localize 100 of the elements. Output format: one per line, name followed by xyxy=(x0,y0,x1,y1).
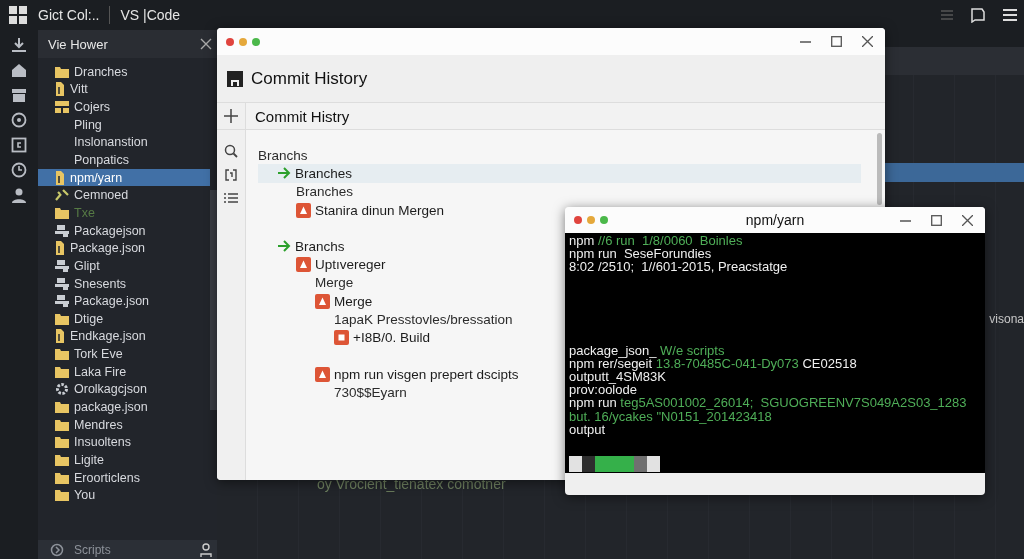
maximize-icon[interactable] xyxy=(831,36,842,47)
tree-row[interactable]: 1apaK Presstovles/bressation xyxy=(258,310,513,329)
file-icon xyxy=(55,82,65,97)
tree-row[interactable]: 730$$Eyarn xyxy=(258,383,407,402)
tree-item[interactable]: Insuoltens xyxy=(38,433,210,452)
maximize-icon[interactable] xyxy=(931,214,942,226)
file-icon xyxy=(55,329,65,344)
blocks-icon xyxy=(55,101,69,114)
window-control-dot[interactable] xyxy=(239,37,247,46)
stack-icon xyxy=(55,259,69,272)
terminal-line: outputt_4SM83K xyxy=(569,370,666,384)
panel-heading: Commit Histry xyxy=(246,103,885,130)
folder-icon xyxy=(55,436,69,449)
tool-icon xyxy=(55,189,69,202)
tree-item[interactable]: npm/yarn xyxy=(38,168,210,187)
warning-icon xyxy=(296,257,311,273)
tree-item[interactable]: Vitt xyxy=(38,80,210,99)
terminal-line: 8:02 /2510; 1//601-2015, Preacstatge xyxy=(569,260,789,274)
editor-text: oy Vrocient_tienatex comotner xyxy=(317,476,506,492)
folder-icon xyxy=(55,65,69,78)
scrollbar[interactable] xyxy=(210,190,217,410)
terminal-line: npm run teg5AS001002_26014; SGUOGREENV7S049A2S03_1283 xyxy=(569,396,968,410)
add-icon[interactable] xyxy=(224,109,238,123)
close-icon[interactable] xyxy=(862,36,873,47)
tree-row[interactable]: Branches xyxy=(258,182,354,201)
tree-item[interactable]: Cojers xyxy=(38,98,210,116)
product-name: VS |Code xyxy=(120,7,181,23)
gear-icon xyxy=(55,382,69,397)
terminal-line: npm run SeseForundies xyxy=(569,247,713,261)
tree-row[interactable]: Merge xyxy=(258,292,373,311)
warning-icon xyxy=(315,366,330,382)
window-control-dot[interactable] xyxy=(587,216,595,224)
list-icon[interactable] xyxy=(224,192,238,204)
user-icon[interactable] xyxy=(200,542,212,557)
arrow-icon xyxy=(277,167,291,180)
clock-icon[interactable] xyxy=(11,162,27,178)
tree-item[interactable]: Dtige xyxy=(38,309,210,328)
terminal-icon[interactable] xyxy=(11,137,27,153)
window-control-dot[interactable] xyxy=(226,37,234,46)
tree-item[interactable]: Laka Fire xyxy=(38,362,210,381)
tree-row[interactable]: Branchs xyxy=(258,146,308,165)
home-icon[interactable] xyxy=(11,62,27,78)
folder-icon xyxy=(55,401,69,413)
tree-item[interactable]: You xyxy=(38,486,210,504)
tree-item[interactable]: Pling xyxy=(38,115,210,134)
app-grid-icon[interactable] xyxy=(9,6,27,24)
folder-icon xyxy=(55,489,69,502)
folder-icon xyxy=(55,418,69,431)
close-icon[interactable] xyxy=(200,38,212,50)
download-icon[interactable] xyxy=(11,37,27,53)
tree-item[interactable]: Dranches xyxy=(38,63,210,81)
window-title: npm/yarn xyxy=(745,212,805,228)
tree-item[interactable]: Snesents xyxy=(38,274,210,293)
search-icon[interactable] xyxy=(224,144,238,158)
tree-row[interactable]: +I8B/0. Build xyxy=(258,328,430,347)
folder-icon xyxy=(55,348,69,361)
tree-item[interactable]: package.json xyxy=(38,398,210,416)
tree-row[interactable]: Branchs xyxy=(258,237,345,256)
folder-icon xyxy=(55,471,69,484)
tree-item[interactable]: Ligite xyxy=(38,451,210,469)
user-icon[interactable] xyxy=(11,187,27,203)
folder-icon xyxy=(55,365,69,378)
tree-item[interactable]: Cemnoed xyxy=(38,186,210,205)
tree-item[interactable]: Eroorticlens xyxy=(38,468,210,487)
stack-icon xyxy=(55,277,69,290)
tree-item[interactable]: Orolkagcjson xyxy=(38,380,210,399)
tree-item[interactable]: Package.json xyxy=(38,239,210,258)
bracket-icon[interactable] xyxy=(224,168,238,182)
app-title: Gict Col:.. xyxy=(38,7,100,23)
tree-item[interactable]: Endkage.json xyxy=(38,327,210,346)
scrollbar[interactable] xyxy=(877,133,882,205)
window-control-dot[interactable] xyxy=(574,216,582,224)
tree-item[interactable]: Package.json xyxy=(38,292,210,310)
tree-item[interactable]: Tork Eve xyxy=(38,345,210,363)
terminal-line: npm //6 run 1/8/0060 Boinles xyxy=(569,234,744,248)
chat-icon[interactable] xyxy=(970,7,986,23)
tree-item[interactable]: Ponpatics xyxy=(38,151,210,169)
window-control-dot[interactable] xyxy=(600,216,608,224)
tree-item[interactable]: Packagejson xyxy=(38,221,210,240)
folder-icon xyxy=(55,312,69,325)
warning-icon xyxy=(296,202,311,218)
tree-row[interactable]: Stanira dinun Mergen xyxy=(258,200,445,220)
terminal-line: output xyxy=(569,422,606,437)
tree-row[interactable]: Uptıvereger xyxy=(258,255,386,274)
warning-icon xyxy=(315,293,330,309)
close-icon[interactable] xyxy=(962,214,973,226)
arrow-icon xyxy=(277,240,291,253)
tree-item[interactable]: Glipt xyxy=(38,257,210,275)
window-control-dot[interactable] xyxy=(252,37,260,46)
tree-row[interactable]: npm run visgen prepert dscipts xyxy=(258,364,519,384)
panel-title: Vie Hower xyxy=(48,36,108,52)
terminal-line: but. 16/ycakes "N0151_201423418 xyxy=(569,409,772,423)
tree-row[interactable]: Merge xyxy=(258,273,354,293)
menu-icon[interactable] xyxy=(1002,8,1018,22)
tree-row[interactable]: Branches xyxy=(258,164,861,183)
save-icon xyxy=(227,70,243,87)
terminal-line: package_json_ W/e scripts xyxy=(569,343,725,357)
stack-icon xyxy=(55,295,69,308)
tree-item[interactable]: Inslonanstion xyxy=(38,133,210,152)
tree-item[interactable]: Mendres xyxy=(38,415,210,434)
